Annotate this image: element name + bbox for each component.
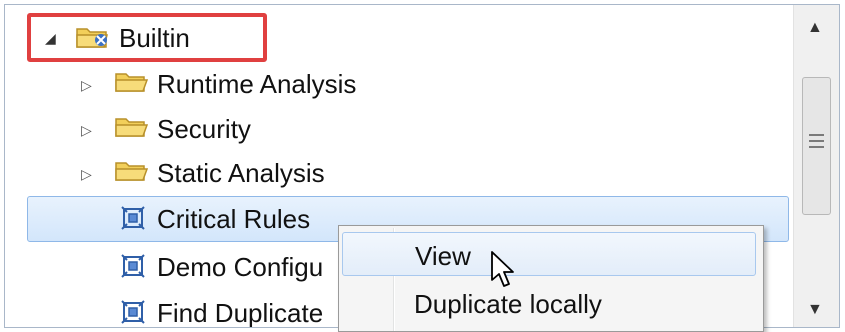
scrollbar-thumb[interactable] (802, 77, 831, 215)
collapse-twisty-icon[interactable]: ▷ (81, 77, 92, 94)
tree-item-security[interactable]: ▷ Security (5, 106, 793, 152)
annotation-highlight-box (27, 13, 267, 62)
menu-item-label: Duplicate locally (414, 289, 602, 319)
folder-icon (115, 114, 149, 147)
test-config-icon (121, 206, 145, 237)
vertical-scrollbar[interactable]: ▲ ▼ (793, 5, 839, 327)
collapse-twisty-icon[interactable]: ▷ (81, 122, 92, 139)
test-config-icon (121, 254, 145, 285)
scroll-up-arrow-icon[interactable]: ▲ (807, 19, 823, 37)
menu-item-label: View (415, 241, 471, 271)
tree-item-static-analysis[interactable]: ▷ Static Analysis (5, 150, 793, 196)
context-menu: View Duplicate locally (338, 225, 764, 332)
folder-icon (115, 158, 149, 191)
folder-icon (115, 69, 149, 102)
menu-item-duplicate-locally[interactable]: Duplicate locally (342, 281, 756, 325)
tree-item-label: Demo Configu (157, 252, 324, 282)
tree-item-label: Find Duplicate (157, 298, 324, 327)
menu-item-view[interactable]: View (342, 232, 756, 276)
tree-item-label: Runtime Analysis (157, 69, 357, 99)
collapse-twisty-icon[interactable]: ▷ (81, 166, 92, 183)
tree-item-runtime-analysis[interactable]: ▷ Runtime Analysis (5, 61, 793, 107)
tree-item-label: Critical Rules (157, 204, 311, 234)
mouse-pointer-icon (491, 251, 514, 287)
tree-item-label: Security (157, 114, 251, 144)
test-config-icon (121, 300, 145, 327)
scroll-down-arrow-icon[interactable]: ▼ (807, 301, 823, 319)
tree-item-label: Static Analysis (157, 158, 325, 188)
grip-icon (809, 134, 824, 150)
